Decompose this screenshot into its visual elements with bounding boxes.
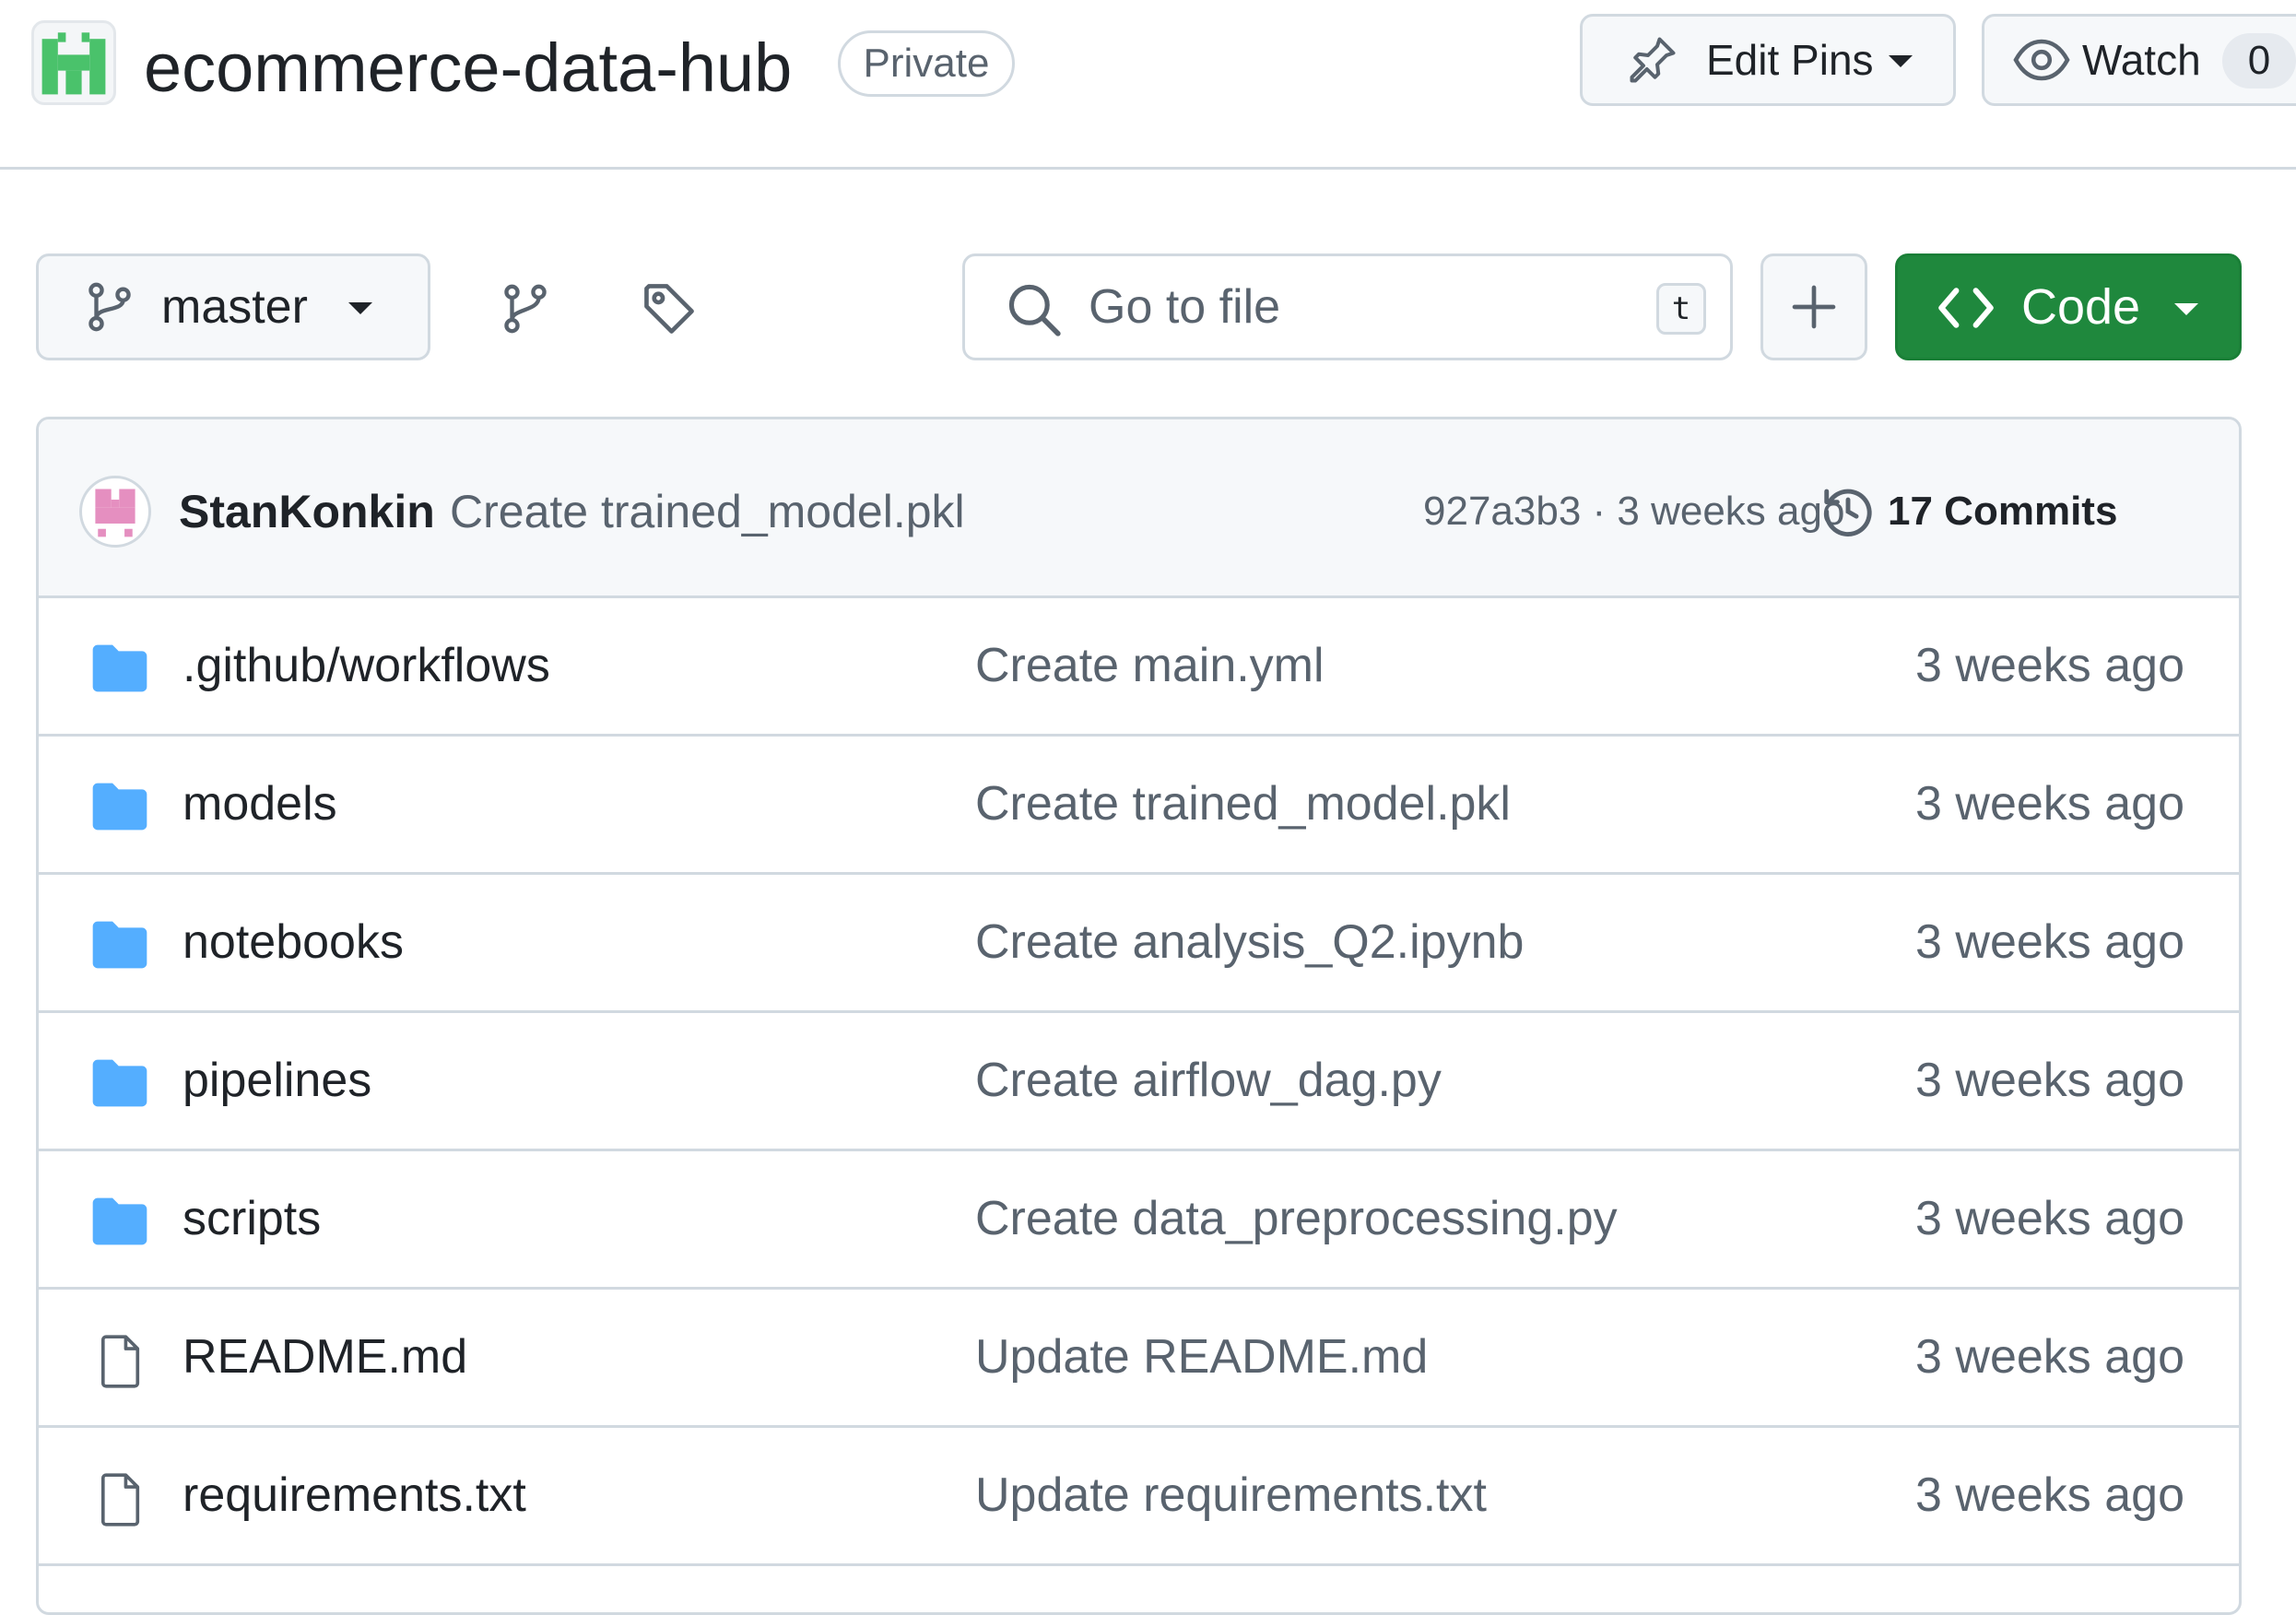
folder-icon [90,781,149,832]
folder-icon [90,1057,149,1109]
file-commit-age: 3 weeks ago [1915,1468,2184,1522]
file-commit-message[interactable]: Create trained_model.pkl [975,737,1511,871]
file-commit-age: 3 weeks ago [1915,639,2184,692]
code-label: Code [2021,279,2141,335]
code-button[interactable]: Code [1895,253,2242,360]
file-commit-age: 3 weeks ago [1915,777,2184,831]
code-icon [1938,288,1994,328]
search-placeholder: Go to file [1089,280,1281,334]
file-commit-age: 3 weeks ago [1915,915,2184,969]
history-icon[interactable] [1819,483,1877,540]
folder-icon [90,1196,149,1247]
commit-meta[interactable]: 927a3b3 · 3 weeks ago [1423,473,1844,550]
add-file-button[interactable] [1760,253,1867,360]
file-name[interactable]: pipelines [183,1013,371,1148]
search-icon [1008,284,1061,336]
file-commit-message[interactable]: Create analysis_Q2.ipynb [975,875,1524,1009]
watch-label: Watch [2082,36,2201,84]
visibility-badge: Private [838,30,1015,97]
table-row[interactable]: scripts Create data_preprocessing.py 3 wee… [39,1151,2239,1290]
tags-button[interactable] [632,272,706,346]
file-commit-age: 3 weeks ago [1915,1054,2184,1107]
go-to-file-input[interactable]: Go to file t [962,253,1733,360]
table-row[interactable]: models Create trained_model.pkl 3 weeks ag… [39,737,2239,875]
keyboard-shortcut: t [1656,283,1706,335]
file-name[interactable]: requirements.txt [183,1428,526,1562]
folder-icon [90,642,149,694]
branch-select-button[interactable]: master [36,253,430,360]
pin-icon [1630,37,1676,83]
identicon-icon [41,32,106,95]
file-commit-age: 3 weeks ago [1915,1330,2184,1384]
file-commit-age: 3 weeks ago [1915,1192,2184,1245]
chevron-down-icon [1889,55,1913,67]
commit-message[interactable]: Create trained_model.pkl [450,473,965,550]
file-name[interactable]: README.md [183,1290,467,1424]
table-row[interactable]: notebooks Create analysis_Q2.ipynb 3 weeks… [39,875,2239,1013]
edit-pins-label: Edit Pins [1706,36,1874,84]
table-row[interactable]: requirements.txt Update requirements.txt 3… [39,1428,2239,1566]
edit-pins-button[interactable]: Edit Pins [1580,14,1956,106]
table-row[interactable]: pipelines Create airflow_dag.py 3 weeks ag… [39,1013,2239,1151]
file-name[interactable]: scripts [183,1151,321,1286]
file-commit-message[interactable]: Create data_preprocessing.py [975,1151,1618,1286]
file-icon [90,1472,149,1527]
file-commit-message[interactable]: Create main.yml [975,598,1325,733]
chevron-down-icon [348,302,372,314]
plus-icon [1792,285,1836,329]
repo-avatar[interactable] [31,20,116,105]
folder-icon [90,919,149,971]
chevron-down-icon [2174,303,2198,315]
branch-name: master [161,280,308,334]
file-icon [90,1334,149,1388]
identicon-icon [95,489,135,537]
table-row[interactable]: .github/workflows Create main.yml 3 weeks … [39,598,2239,737]
repo-name[interactable]: ecommerce-data-hub [144,24,792,112]
eye-icon [2013,39,2070,81]
file-name[interactable]: .github/workflows [183,598,550,733]
table-row[interactable]: README.md Update README.md 3 weeks ago [39,1290,2239,1428]
tag-icon [644,284,694,334]
git-branch-icon [504,284,547,334]
watch-button[interactable]: Watch 0 [1982,14,2296,106]
file-browser: StanKonkin Create trained_model.pkl 927a… [36,417,2242,1615]
file-commit-message[interactable]: Create airflow_dag.py [975,1013,1442,1148]
repo-header: ecommerce-data-hub Private Edit Pins Wat… [0,0,2296,170]
commits-link[interactable]: 17 Commits [1888,473,2117,550]
avatar[interactable] [79,476,151,548]
watch-count: 0 [2222,33,2296,88]
git-branch-icon [88,282,131,332]
latest-commit-bar: StanKonkin Create trained_model.pkl 927a… [39,419,2239,598]
file-commit-message[interactable]: Update README.md [975,1290,1428,1424]
file-name[interactable]: models [183,737,337,871]
file-commit-message[interactable]: Update requirements.txt [975,1428,1487,1562]
commit-author[interactable]: StanKonkin [179,473,435,550]
branches-button[interactable] [489,272,562,346]
file-name[interactable]: notebooks [183,875,404,1009]
